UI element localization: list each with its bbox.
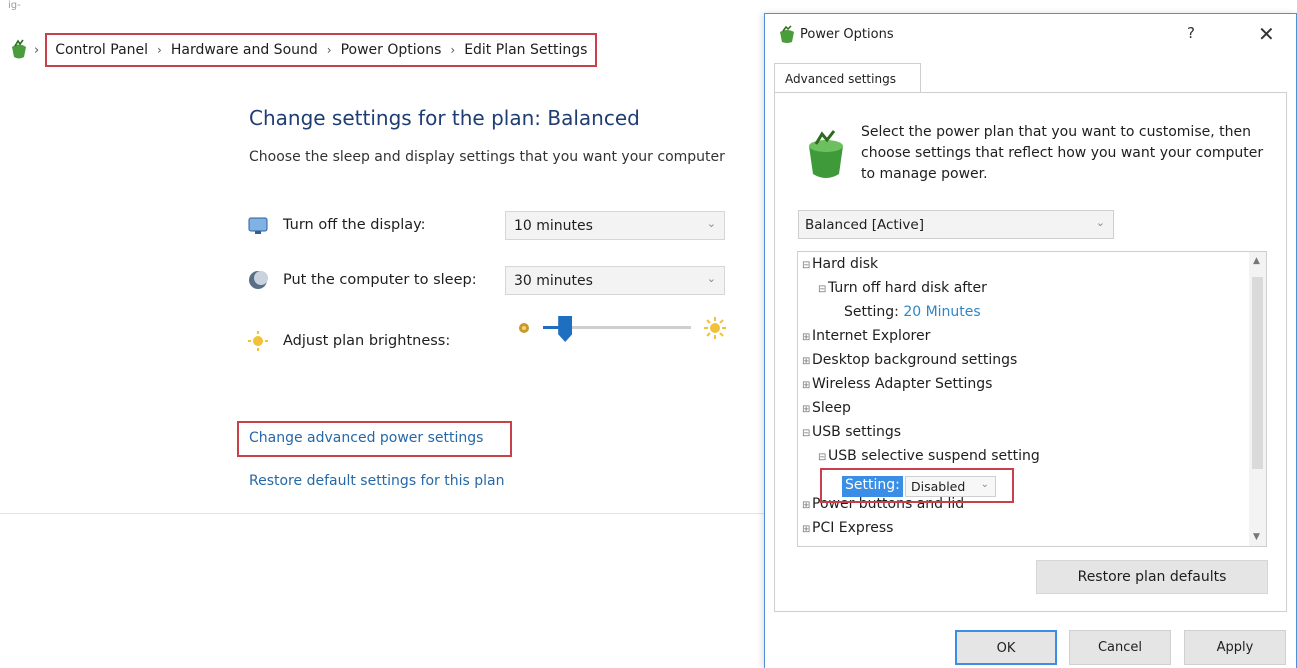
dialog-titlebar[interactable]: Power Options ? ✕ <box>765 14 1296 54</box>
tree-item-internet-explorer[interactable]: ⊞ Internet Explorer <box>802 328 930 344</box>
change-advanced-power-settings-link[interactable]: Change advanced power settings <box>249 430 483 446</box>
expand-icon[interactable]: ⊞ <box>802 380 812 391</box>
collapse-icon[interactable]: ⊟ <box>818 284 828 295</box>
scrollbar-thumb[interactable] <box>1252 277 1263 469</box>
breadcrumb-edit-plan-settings[interactable]: Edit Plan Settings <box>464 42 587 58</box>
divider <box>0 513 770 514</box>
chevron-right-icon: › <box>326 43 332 57</box>
dim-sun-icon <box>519 323 529 333</box>
breadcrumb: Control Panel › Hardware and Sound › Pow… <box>45 33 598 67</box>
window-corner-text: ig- <box>8 0 21 11</box>
tree-item-pci-express[interactable]: ⊞ PCI Express <box>802 520 893 536</box>
help-button[interactable]: ? <box>1187 24 1195 42</box>
moon-icon <box>249 271 268 289</box>
address-bar: › Control Panel › Hardware and Sound › P… <box>8 33 598 67</box>
tree-item-hard-disk-setting[interactable]: Setting: 20 Minutes <box>844 304 981 320</box>
page-title: Change settings for the plan: Balanced <box>249 106 640 130</box>
expand-icon[interactable]: ⊞ <box>802 500 812 511</box>
display-setting-row: Turn off the display: <box>247 214 426 236</box>
tree-item-sleep[interactable]: ⊞ Sleep <box>802 400 851 416</box>
monitor-icon <box>248 217 268 234</box>
display-dropdown-value: 10 minutes <box>514 218 593 234</box>
chevron-right-icon: › <box>450 43 456 57</box>
hard-disk-setting-value: 20 Minutes <box>903 304 981 320</box>
power-plan-large-icon <box>809 130 843 178</box>
expand-icon[interactable]: ⊞ <box>802 356 812 367</box>
chevron-right-icon: › <box>157 43 162 57</box>
collapse-icon[interactable]: ⊟ <box>818 452 828 463</box>
bright-sun-icon <box>704 317 726 339</box>
scroll-up-icon[interactable]: ▲ <box>1253 256 1260 266</box>
sleep-setting-row: Put the computer to sleep: <box>247 269 477 291</box>
tab-advanced-settings[interactable]: Advanced settings <box>774 63 921 93</box>
restore-plan-defaults-button[interactable]: Restore plan defaults <box>1036 560 1268 594</box>
sleep-dropdown[interactable]: 30 minutes ⌄ <box>505 266 725 295</box>
power-plan-dropdown[interactable]: Balanced [Active] ⌄ <box>798 210 1114 239</box>
apply-button[interactable]: Apply <box>1184 630 1286 665</box>
power-plan-icon <box>12 39 26 59</box>
chevron-down-icon: ⌄ <box>706 272 716 285</box>
display-dropdown[interactable]: 10 minutes ⌄ <box>505 211 725 240</box>
expand-icon[interactable]: ⊞ <box>802 524 812 535</box>
scroll-down-icon[interactable]: ▼ <box>1253 532 1260 542</box>
tree-item-hard-disk[interactable]: ⊟ Hard disk <box>802 256 878 272</box>
expand-icon[interactable]: ⊞ <box>802 332 812 343</box>
expand-icon[interactable]: ⊞ <box>802 404 812 415</box>
dialog-description: Select the power plan that you want to c… <box>861 124 1264 182</box>
tree-item-wireless-adapter[interactable]: ⊞ Wireless Adapter Settings <box>802 376 992 392</box>
page-subtitle: Choose the sleep and display settings th… <box>249 149 725 165</box>
tree-item-usb-selective-suspend[interactable]: ⊟ USB selective suspend setting <box>818 448 1040 464</box>
breadcrumb-control-panel[interactable]: Control Panel <box>55 42 148 58</box>
sleep-dropdown-value: 30 minutes <box>514 273 593 289</box>
sleep-label: Put the computer to sleep: <box>283 272 477 288</box>
brightness-label: Adjust plan brightness: <box>283 333 451 349</box>
collapse-icon[interactable]: ⊟ <box>802 428 812 439</box>
tree-item-turn-off-hard-disk[interactable]: ⊟ Turn off hard disk after <box>818 280 987 296</box>
usb-setting-dropdown[interactable]: Disabled ⌄ <box>905 476 996 497</box>
breadcrumb-hardware-and-sound[interactable]: Hardware and Sound <box>171 42 318 58</box>
chevron-right-icon: › <box>34 42 40 58</box>
close-button[interactable]: ✕ <box>1258 22 1275 46</box>
tree-item-usb-settings[interactable]: ⊟ USB settings <box>802 424 901 440</box>
ok-button[interactable]: OK <box>955 630 1057 665</box>
chevron-down-icon: ⌄ <box>980 479 989 490</box>
power-plan-icon <box>780 25 794 43</box>
power-plan-value: Balanced [Active] <box>805 217 924 233</box>
chevron-down-icon: ⌄ <box>706 217 716 230</box>
tree-scrollbar[interactable]: ▲ ▼ <box>1249 252 1266 546</box>
breadcrumb-power-options[interactable]: Power Options <box>341 42 442 58</box>
sun-icon <box>248 331 268 351</box>
brightness-slider-thumb[interactable] <box>558 316 573 342</box>
tree-item-desktop-background[interactable]: ⊞ Desktop background settings <box>802 352 1017 368</box>
display-label: Turn off the display: <box>283 217 426 233</box>
restore-default-settings-link[interactable]: Restore default settings for this plan <box>249 473 505 489</box>
usb-setting-value: Disabled <box>911 479 966 494</box>
chevron-down-icon: ⌄ <box>1095 216 1105 229</box>
collapse-icon[interactable]: ⊟ <box>802 260 812 271</box>
brightness-setting-row: Adjust plan brightness: <box>247 330 450 352</box>
cancel-button[interactable]: Cancel <box>1069 630 1171 665</box>
usb-setting-label: Setting: <box>842 476 903 497</box>
dialog-title: Power Options <box>800 27 894 42</box>
power-options-dialog: Power Options ? ✕ Advanced settings Sele… <box>764 13 1297 668</box>
